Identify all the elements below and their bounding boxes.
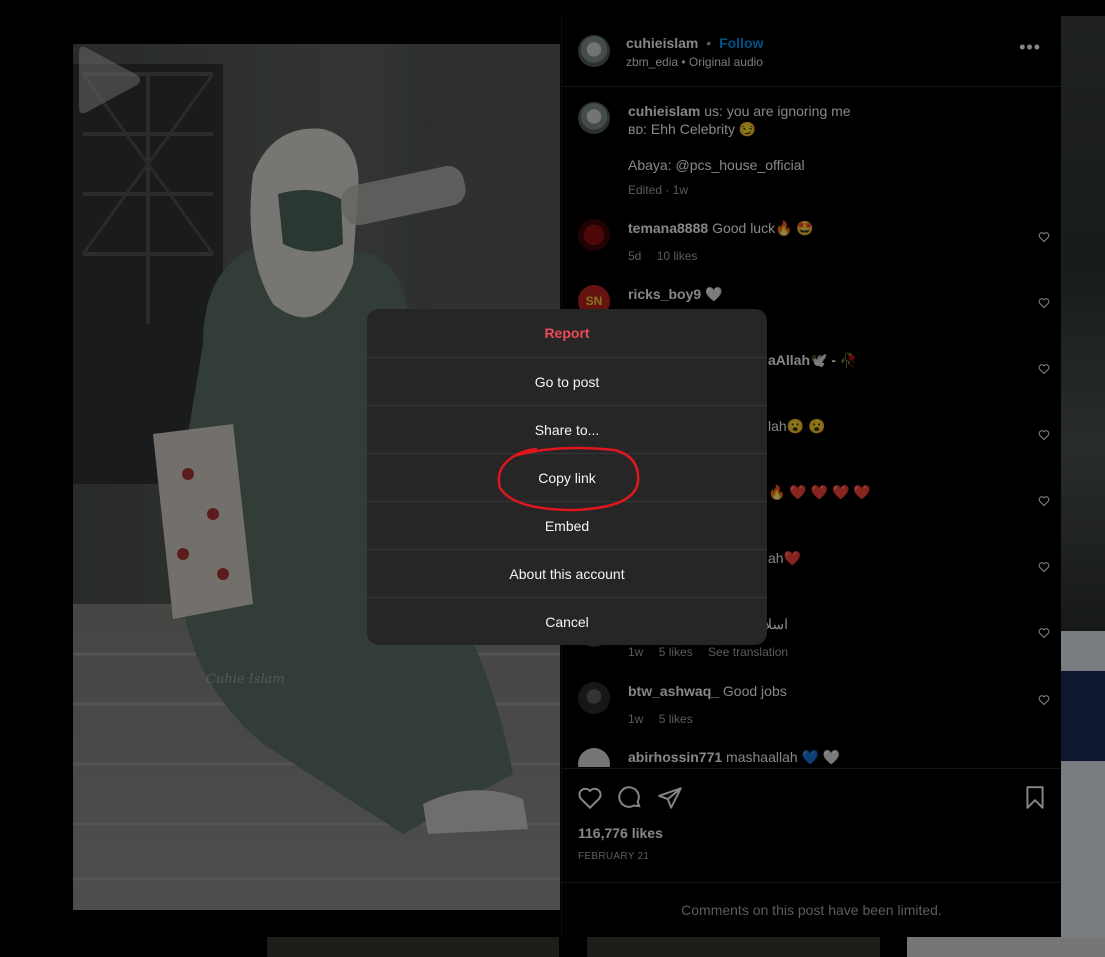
cancel-button[interactable]: Cancel <box>367 597 767 645</box>
embed-button[interactable]: Embed <box>367 501 767 549</box>
share-to-button[interactable]: Share to... <box>367 405 767 453</box>
copy-link-button[interactable]: Copy link <box>367 453 767 501</box>
about-this-account-button[interactable]: About this account <box>367 549 767 597</box>
report-button[interactable]: Report <box>367 309 767 357</box>
go-to-post-button[interactable]: Go to post <box>367 357 767 405</box>
post-options-dialog: Report Go to post Share to... Copy link … <box>367 309 767 645</box>
